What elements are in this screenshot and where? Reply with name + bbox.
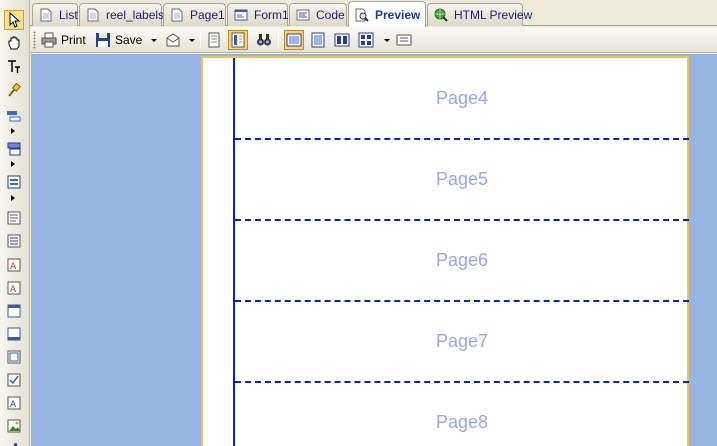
tab-code[interactable]: Code xyxy=(289,3,347,26)
data-band-icon[interactable] xyxy=(4,172,24,192)
band-page8[interactable]: Page8 xyxy=(235,382,689,446)
tab-label: HTML Preview xyxy=(454,8,533,22)
band-page6[interactable]: Page6 xyxy=(235,220,689,301)
toolbox: A A A xyxy=(0,0,30,446)
svg-text:A: A xyxy=(10,400,17,410)
close-preview-icon xyxy=(396,34,412,46)
email-dropdown-icon[interactable] xyxy=(189,39,195,42)
print-button[interactable]: Print xyxy=(41,30,86,50)
find-button[interactable] xyxy=(256,30,272,50)
globe-magnifier-icon xyxy=(434,8,448,22)
magnifier-icon xyxy=(355,8,369,22)
whole-page-icon xyxy=(311,32,325,48)
band-label: Page7 xyxy=(435,330,489,351)
band-label: Page6 xyxy=(435,249,489,270)
band-page4[interactable]: Page4 xyxy=(235,58,689,139)
barcode-object-icon[interactable]: A xyxy=(4,393,24,413)
tab-label: Form1 xyxy=(254,8,289,22)
shape-object-icon[interactable] xyxy=(4,324,24,344)
zoom-page-width-button[interactable] xyxy=(284,30,304,50)
format-painter-icon[interactable] xyxy=(4,80,24,100)
image-object-icon[interactable] xyxy=(4,416,24,436)
form-icon xyxy=(234,9,248,21)
band-label: Page8 xyxy=(435,411,489,432)
band-tool-icon[interactable] xyxy=(4,106,24,126)
toolbar-separator xyxy=(200,32,201,48)
document-tabs: List reel_labels Page1 Form1 Code Previe… xyxy=(30,0,717,27)
band-label: Page5 xyxy=(435,168,489,189)
tab-form1[interactable]: Form1 xyxy=(227,3,289,26)
toolbar-separator xyxy=(278,32,279,48)
printer-icon xyxy=(41,32,57,48)
subreport-icon[interactable] xyxy=(4,347,24,367)
code-icon xyxy=(296,9,310,21)
tab-page1[interactable]: Page1 xyxy=(163,3,226,26)
band-label: Page4 xyxy=(435,87,489,108)
multiple-pages-icon xyxy=(358,32,374,48)
tab-label: Code xyxy=(316,8,345,22)
mail-icon xyxy=(166,33,180,47)
expand-arrow-icon[interactable] xyxy=(11,161,17,167)
checkbox-object-icon[interactable] xyxy=(4,370,24,390)
print-label: Print xyxy=(61,33,86,47)
binoculars-icon xyxy=(257,34,271,46)
preview-canvas[interactable]: Page4 Page5 Page6 Page7 Page8 xyxy=(31,54,717,446)
document-icon xyxy=(87,8,99,22)
hand-tool-icon[interactable] xyxy=(4,33,24,53)
label-object-icon[interactable]: A xyxy=(4,255,24,275)
tab-html-preview[interactable]: HTML Preview xyxy=(427,3,532,26)
pages-dropdown-icon[interactable] xyxy=(384,39,390,42)
tab-label: List xyxy=(59,8,78,22)
email-button[interactable] xyxy=(165,30,181,50)
svg-text:A: A xyxy=(10,262,17,272)
outline-toggle-button[interactable] xyxy=(228,30,248,50)
save-label: Save xyxy=(115,33,143,47)
expand-arrow-icon[interactable] xyxy=(11,195,17,201)
document-icon xyxy=(171,8,183,22)
richtext-object-icon[interactable] xyxy=(4,231,24,251)
zoom-whole-page-button[interactable] xyxy=(310,30,326,50)
expand-arrow-icon[interactable] xyxy=(11,128,17,134)
page-width-icon xyxy=(286,33,302,47)
text-object-icon[interactable] xyxy=(4,208,24,228)
toolbar-grip[interactable] xyxy=(33,31,36,49)
report-page: Page4 Page5 Page6 Page7 Page8 xyxy=(201,56,689,446)
outline-icon xyxy=(231,32,245,48)
tab-list[interactable]: List xyxy=(32,3,78,26)
document-icon xyxy=(40,8,52,22)
tab-preview[interactable]: Preview xyxy=(348,1,426,27)
picture-frame-icon[interactable] xyxy=(4,301,24,321)
group-band-icon[interactable] xyxy=(4,139,24,159)
chart-object-icon[interactable] xyxy=(4,438,24,446)
svg-text:A: A xyxy=(10,285,17,295)
tab-label: reel_labels xyxy=(106,8,165,22)
floppy-disk-icon xyxy=(96,33,110,47)
tab-label: Page1 xyxy=(190,8,225,22)
page-setup-button[interactable] xyxy=(206,30,222,50)
save-button[interactable]: Save xyxy=(95,30,142,50)
tab-reel-labels[interactable]: reel_labels xyxy=(79,3,165,26)
preview-toolbar: Print Save xyxy=(30,27,717,53)
save-dropdown-icon[interactable] xyxy=(151,39,157,42)
close-preview-button[interactable] xyxy=(396,30,412,50)
tab-label: Preview xyxy=(375,7,421,22)
band-page5[interactable]: Page5 xyxy=(235,139,689,220)
text-tool-icon[interactable] xyxy=(4,57,24,77)
band-page7[interactable]: Page7 xyxy=(235,301,689,382)
field-object-icon[interactable]: A xyxy=(4,278,24,298)
pointer-tool-icon[interactable] xyxy=(4,10,24,30)
multiple-pages-button[interactable] xyxy=(358,30,374,50)
page-setup-icon xyxy=(208,32,220,48)
two-pages-button[interactable] xyxy=(334,30,350,50)
two-pages-icon xyxy=(334,33,350,47)
